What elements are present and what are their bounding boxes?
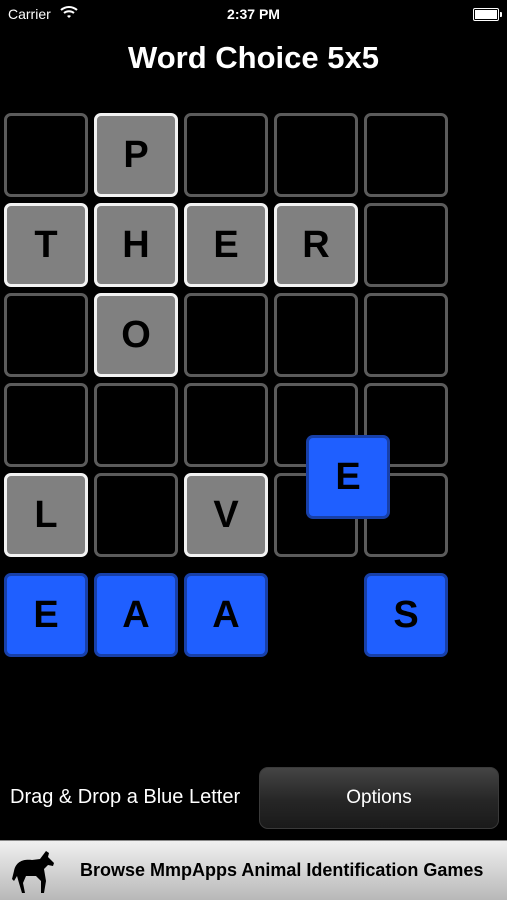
cell-letter: R <box>302 223 330 266</box>
tile-letter: A <box>212 593 240 636</box>
tile-letter: A <box>122 593 150 636</box>
cell-letter: V <box>213 493 239 536</box>
tray-tile-s[interactable]: S <box>364 573 448 657</box>
board-cell-empty[interactable] <box>274 113 358 197</box>
tile-letter: E <box>335 455 361 498</box>
tray-tile-e[interactable]: E <box>4 573 88 657</box>
board-cell-empty[interactable] <box>274 293 358 377</box>
board-cell-r[interactable]: R <box>274 203 358 287</box>
board-cell-o[interactable]: O <box>94 293 178 377</box>
board-cell-empty[interactable] <box>94 383 178 467</box>
board-cell-empty[interactable] <box>4 383 88 467</box>
cell-letter: L <box>34 493 58 536</box>
cell-letter: E <box>213 223 239 266</box>
board-cell-h[interactable]: H <box>94 203 178 287</box>
board-cell-empty[interactable] <box>4 113 88 197</box>
board-cell-p[interactable]: P <box>94 113 178 197</box>
page-title: Word Choice 5x5 <box>128 40 379 75</box>
board-cell-t[interactable]: T <box>4 203 88 287</box>
board-cell-empty[interactable] <box>184 383 268 467</box>
board-cell-empty[interactable] <box>364 113 448 197</box>
tray-tile-a[interactable]: A <box>94 573 178 657</box>
dragging-tile[interactable]: E <box>306 435 390 519</box>
instruction-text: Drag & Drop a Blue Letter <box>10 786 241 808</box>
board-cell-empty[interactable] <box>184 113 268 197</box>
cell-letter: O <box>121 313 151 356</box>
cell-letter: P <box>123 133 149 176</box>
options-button[interactable]: Options <box>259 767 499 829</box>
board-cell-empty[interactable] <box>364 203 448 287</box>
ad-text: Browse MmpApps Animal Identification Gam… <box>80 860 484 880</box>
cell-letter: H <box>122 223 150 266</box>
status-time: 2:37 PM <box>227 6 280 22</box>
horse-icon <box>12 851 54 893</box>
board-cell-empty[interactable] <box>94 473 178 557</box>
tile-letter: E <box>33 593 59 636</box>
board-cell-empty[interactable] <box>364 293 448 377</box>
board-cell-empty[interactable] <box>4 293 88 377</box>
board-cell-v[interactable]: V <box>184 473 268 557</box>
board-cell-l[interactable]: L <box>4 473 88 557</box>
tile-letter: S <box>393 593 419 636</box>
cell-letter: T <box>34 223 58 266</box>
status-bar: Carrier 2:37 PM <box>0 0 507 28</box>
board-cell-empty[interactable] <box>184 293 268 377</box>
ad-banner[interactable]: Browse MmpApps Animal Identification Gam… <box>0 840 507 900</box>
tray-tile-a[interactable]: A <box>184 573 268 657</box>
battery-icon <box>473 8 502 21</box>
board-cell-e[interactable]: E <box>184 203 268 287</box>
